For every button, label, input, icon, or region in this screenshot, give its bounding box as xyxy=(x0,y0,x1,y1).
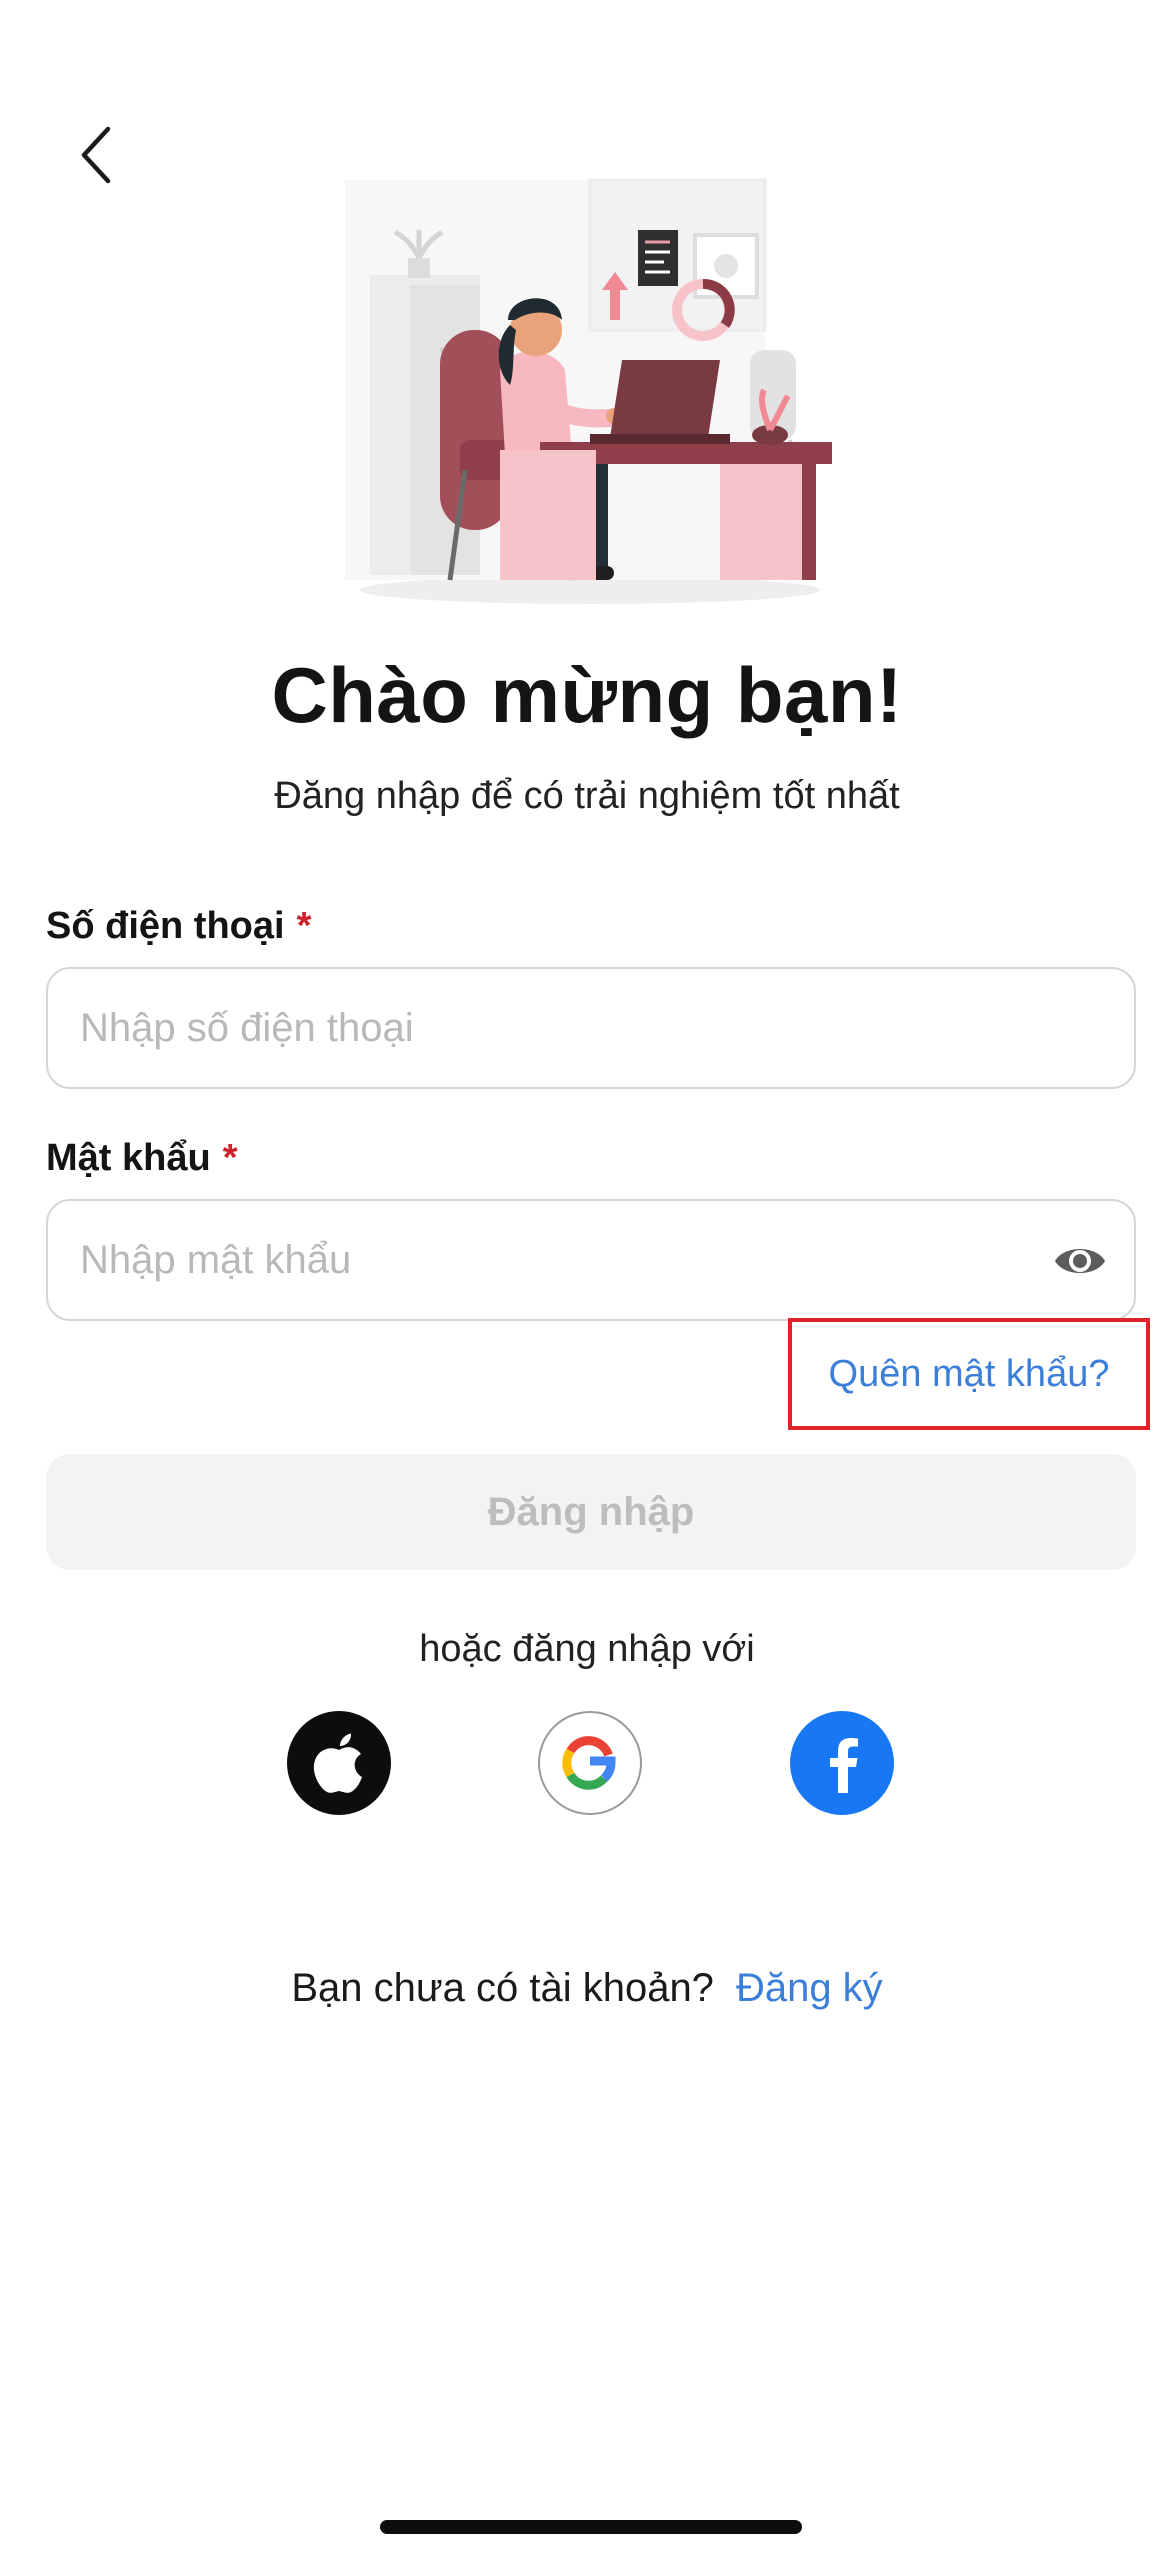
password-input[interactable] xyxy=(80,1201,1040,1319)
facebook-login-button[interactable] xyxy=(790,1711,894,1815)
apple-icon xyxy=(313,1733,362,1793)
signup-prompt: Bạn chưa có tài khoản? xyxy=(291,1966,714,2010)
phone-field[interactable] xyxy=(46,967,1136,1089)
phone-label-text: Số điện thoại xyxy=(46,905,285,947)
home-indicator xyxy=(380,2520,802,2534)
login-button[interactable]: Đăng nhập xyxy=(46,1454,1136,1570)
required-mark: * xyxy=(296,905,312,947)
eye-icon xyxy=(1055,1249,1105,1273)
back-button[interactable] xyxy=(60,110,132,200)
phone-input[interactable] xyxy=(80,969,1040,1087)
signup-link[interactable]: Đăng ký xyxy=(736,1966,883,2010)
required-mark: * xyxy=(222,1137,238,1179)
password-label: Mật khẩu * xyxy=(46,1137,238,1180)
forgot-password-link[interactable]: Quên mật khẩu? xyxy=(788,1318,1150,1430)
password-field[interactable] xyxy=(46,1199,1136,1321)
social-login-prompt: hoặc đăng nhập với xyxy=(419,1628,755,1670)
facebook-icon xyxy=(830,1738,858,1793)
google-login-button[interactable] xyxy=(538,1711,642,1815)
apple-login-button[interactable] xyxy=(287,1711,391,1815)
google-icon xyxy=(562,1736,616,1790)
page-subtitle: Đăng nhập để có trải nghiệm tốt nhất xyxy=(274,775,900,817)
page-title: Chào mừng bạn! xyxy=(271,651,903,739)
signup-row: Bạn chưa có tài khoản? Đăng ký xyxy=(0,1966,1174,2011)
show-password-toggle[interactable] xyxy=(1052,1233,1108,1289)
password-label-text: Mật khẩu xyxy=(46,1137,211,1179)
chevron-left-icon xyxy=(81,126,111,184)
woman-working-at-laptop-illustration xyxy=(345,178,832,604)
phone-label: Số điện thoại * xyxy=(46,905,311,948)
